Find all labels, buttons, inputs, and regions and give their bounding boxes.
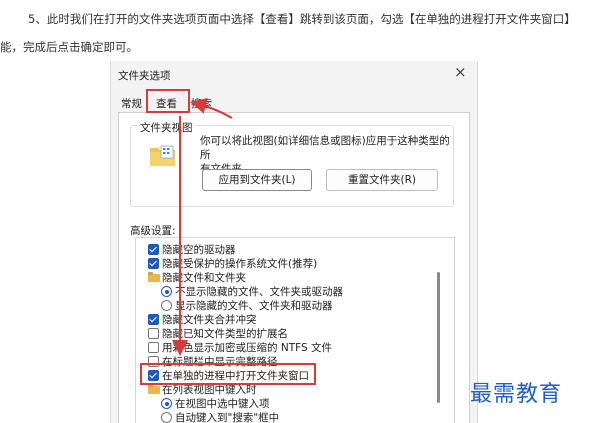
folder-view-icon (149, 144, 177, 168)
checkbox-checked-icon[interactable] (148, 370, 159, 381)
apply-to-folders-button[interactable]: 应用到文件夹(L) (202, 169, 312, 191)
setting-label: 隐藏文件和文件夹 (162, 272, 246, 284)
checkbox-checked-icon[interactable] (148, 314, 159, 325)
advanced-settings-label: 高级设置: (130, 225, 176, 237)
description-line-1: 你可以将此视图(如详细信息或图标)应用于这种类型的所 (200, 135, 450, 161)
instruction-line-2: 能，完成后点击确定即可。 (0, 40, 138, 54)
checkbox-unchecked-icon[interactable] (148, 328, 159, 339)
setting-label: 自动键入到"搜索"框中 (175, 412, 280, 423)
dialog-title: 文件夹选项 (118, 70, 171, 82)
setting-label: 在标题栏中显示完整路径 (162, 356, 278, 368)
tab-view[interactable]: 查看 (156, 96, 177, 111)
setting-label: 隐藏受保护的操作系统文件(推荐) (162, 258, 318, 270)
radio-selected-icon[interactable] (161, 398, 172, 409)
advanced-settings-tree[interactable]: 隐藏空的驱动器 隐藏受保护的操作系统文件(推荐) 隐藏文件和文件夹 不显示隐藏的… (135, 237, 455, 423)
radio-unselected-icon[interactable] (161, 412, 172, 423)
setting-label: 在列表视图中键入时 (162, 384, 257, 396)
checkbox-unchecked-icon[interactable] (148, 342, 159, 353)
setting-label: 用彩色显示加密或压缩的 NTFS 文件 (162, 342, 332, 354)
close-icon[interactable]: × (454, 64, 467, 80)
folder-options-dialog: 文件夹选项 × 常规 查看 搜索 文件夹视图 你可以将此视图(如详细信息或图标)… (110, 61, 478, 423)
tab-general[interactable]: 常规 (121, 96, 142, 111)
setting-label: 隐藏空的驱动器 (162, 244, 236, 256)
checkbox-checked-icon[interactable] (148, 258, 159, 269)
folder-views-label: 文件夹视图 (137, 120, 196, 135)
tab-search[interactable]: 搜索 (191, 96, 212, 111)
setting-label: 在视图中选中键入项 (175, 398, 270, 410)
checkbox-unchecked-icon[interactable] (148, 356, 159, 367)
reset-folders-button[interactable]: 重置文件夹(R) (326, 169, 438, 191)
radio-unselected-icon[interactable] (161, 300, 172, 311)
setting-label: 在单独的进程中打开文件夹窗口 (162, 370, 309, 382)
setting-label: 不显示隐藏的文件、文件夹或驱动器 (175, 286, 343, 298)
folder-icon (148, 272, 160, 283)
tree-scrollbar[interactable] (437, 272, 440, 403)
setting-label: 显示隐藏的文件、文件夹和驱动器 (175, 300, 333, 312)
setting-label: 隐藏已知文件类型的扩展名 (162, 328, 288, 340)
folder-icon (148, 384, 160, 395)
setting-label: 隐藏文件夹合并冲突 (162, 314, 257, 326)
checkbox-checked-icon[interactable] (148, 244, 159, 255)
radio-selected-icon[interactable] (161, 286, 172, 297)
instruction-line-1: 5、此时我们在打开的文件夹选项页面中选择【查看】跳转到该页面，勾选【在单独的进程… (28, 12, 576, 26)
watermark-logo: 最需教育 (470, 382, 563, 407)
